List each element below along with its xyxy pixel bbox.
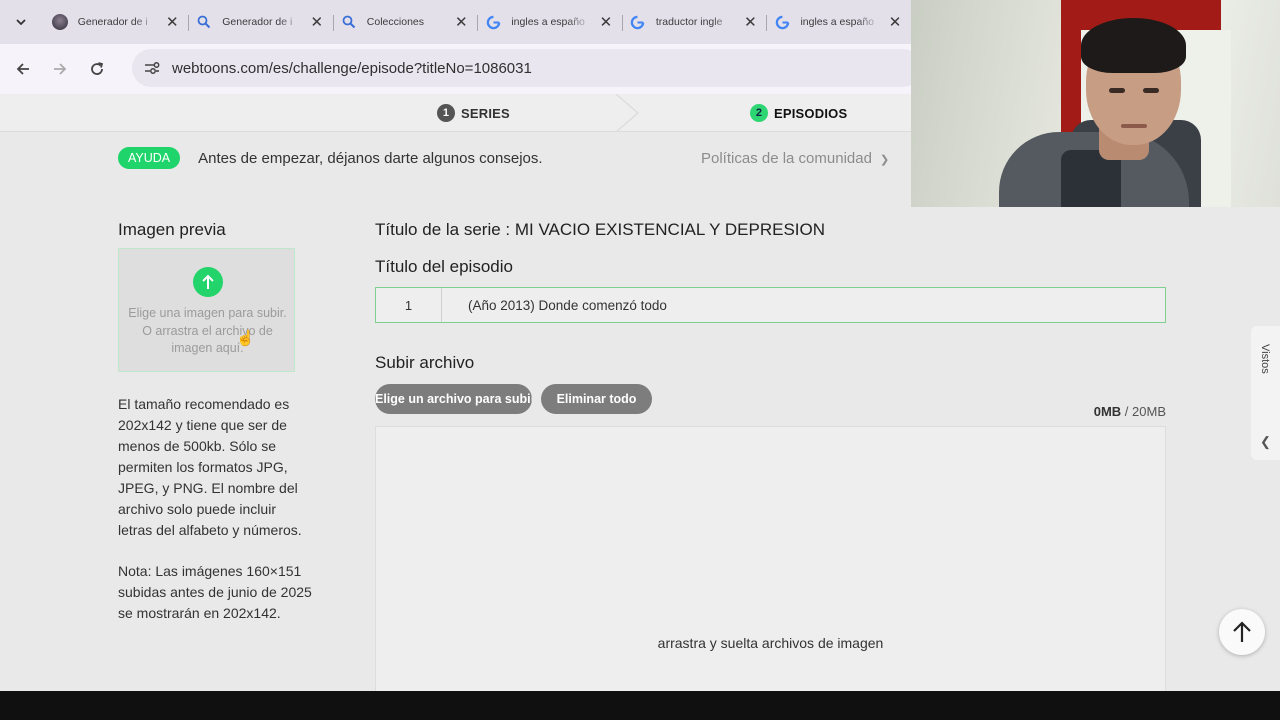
site-settings-icon[interactable] <box>142 61 162 75</box>
google-icon <box>485 14 501 30</box>
upload-arrow-icon <box>193 267 223 297</box>
delete-all-button[interactable]: Eliminar todo <box>541 384 652 414</box>
browser-tab-4[interactable]: ingles a españo ✕ <box>477 5 622 39</box>
chevron-left-icon[interactable]: ❮ <box>1260 434 1271 450</box>
series-title: Título de la serie : MI VACIO EXISTENCIA… <box>375 220 826 239</box>
thumbnail-upload-area[interactable]: Elige una imagen para subir. O arrastra … <box>118 248 295 372</box>
reload-icon <box>91 62 104 75</box>
browser-tab-6[interactable]: ingles a españo ✕ <box>766 5 911 39</box>
avatar-icon <box>51 14 68 30</box>
webcam-person-mouth <box>1121 124 1147 128</box>
arrow-left-icon <box>16 63 29 75</box>
dropzone-text: arrastra y suelta archivos de imagen <box>657 635 884 651</box>
tab-title: ingles a españo <box>511 16 585 28</box>
close-icon[interactable]: ✕ <box>598 14 614 31</box>
browser-tab-5[interactable]: traductor ingle ✕ <box>621 5 767 39</box>
thumbnail-upload-hint: Elige una imagen para subir. O arrastra … <box>128 306 287 355</box>
webcam-overlay <box>911 0 1280 207</box>
size-max: 20MB <box>1132 404 1166 419</box>
upload-file-label: Subir archivo <box>375 353 475 372</box>
url-text[interactable]: webtoons.com/es/challenge/episode?titleN… <box>172 60 532 77</box>
size-separator: / <box>1121 404 1133 419</box>
episode-number: 1 <box>376 288 442 322</box>
browser-tab-2[interactable]: Generador de i ✕ <box>188 5 333 39</box>
step-label: SERIES <box>461 105 510 121</box>
scroll-to-top-button[interactable] <box>1219 609 1265 655</box>
tab-title: Generador de i <box>77 16 148 28</box>
file-dropzone[interactable]: arrastra y suelta archivos de imagen <box>375 426 1166 692</box>
browser-toolbar: webtoons.com/es/challenge/episode?titleN… <box>0 44 922 94</box>
step-label: EPISODIOS <box>774 105 848 121</box>
step-separator-icon <box>616 94 639 132</box>
step-number: 2 <box>750 104 768 122</box>
thumbnail-size-info: El tamaño recomendado es 202x142 y tiene… <box>118 396 302 538</box>
community-policies-link[interactable]: Políticas de la comunidad ❯ <box>701 150 889 167</box>
step-episodes[interactable]: 2 EPISODIOS <box>750 94 847 132</box>
preview-heading: Imagen previa <box>118 220 226 239</box>
tab-title: traductor ingle <box>655 16 723 28</box>
help-text: Antes de empezar, déjanos darte algunos … <box>198 149 543 167</box>
episode-title-label: Título del episodio <box>375 257 513 276</box>
search-icon <box>341 14 357 30</box>
bottom-bar <box>0 691 1280 720</box>
close-icon[interactable]: ✕ <box>453 14 469 31</box>
close-icon[interactable]: ✕ <box>309 14 325 31</box>
arrow-up-icon <box>1233 621 1251 642</box>
tab-title: ingles a españo <box>800 16 874 28</box>
step-series[interactable]: 1 SERIES <box>437 94 510 132</box>
help-notice: AYUDA Antes de empezar, déjanos darte al… <box>118 145 898 171</box>
webcam-person-eye <box>1143 88 1159 93</box>
browser-tab-bar: Generador de i ✕ Generador de i ✕ Colecc… <box>0 0 911 44</box>
chevron-right-icon: ❯ <box>879 153 890 166</box>
side-panel-label: Vistos <box>1259 344 1271 374</box>
tab-search-menu-button[interactable] <box>8 9 34 35</box>
close-icon[interactable]: ✕ <box>742 14 758 31</box>
close-icon[interactable]: ✕ <box>887 14 903 31</box>
hand-cursor-icon: ☝ <box>236 330 255 347</box>
tab-title: Colecciones <box>366 16 424 28</box>
forward-button[interactable] <box>46 55 74 83</box>
progress-steps: 1 SERIES 2 EPISODIOS <box>0 94 911 132</box>
reload-button[interactable] <box>83 55 111 83</box>
close-icon[interactable]: ✕ <box>164 14 180 31</box>
episode-title-input[interactable] <box>442 288 1165 322</box>
help-badge: AYUDA <box>118 147 181 169</box>
step-number: 1 <box>437 104 455 122</box>
episode-title-row: 1 <box>375 287 1166 323</box>
arrow-right-icon <box>54 63 67 75</box>
address-bar[interactable]: webtoons.com/es/challenge/episode?titleN… <box>132 49 922 87</box>
policy-link-label: Políticas de la comunidad <box>701 149 872 167</box>
google-icon <box>630 14 646 30</box>
thumbnail-note: Nota: Las imágenes 160×151 subidas antes… <box>118 563 312 621</box>
browser-tab-3[interactable]: Colecciones ✕ <box>332 5 478 39</box>
chevron-down-icon <box>16 19 26 25</box>
webcam-person-hair <box>1081 18 1186 73</box>
viewed-side-panel[interactable]: Vistos ❮ <box>1251 326 1280 460</box>
tab-title: Generador de i <box>222 16 293 28</box>
google-icon <box>774 14 790 30</box>
back-button[interactable] <box>9 55 37 83</box>
choose-file-button[interactable]: Elige un archivo para subir <box>375 384 532 414</box>
webcam-person-eye <box>1109 88 1125 93</box>
upload-size-counter: 0MB / 20MB <box>1060 404 1166 419</box>
search-icon <box>196 14 212 30</box>
browser-tab-1[interactable]: Generador de i ✕ <box>44 5 189 39</box>
size-used: 0MB <box>1093 404 1122 419</box>
